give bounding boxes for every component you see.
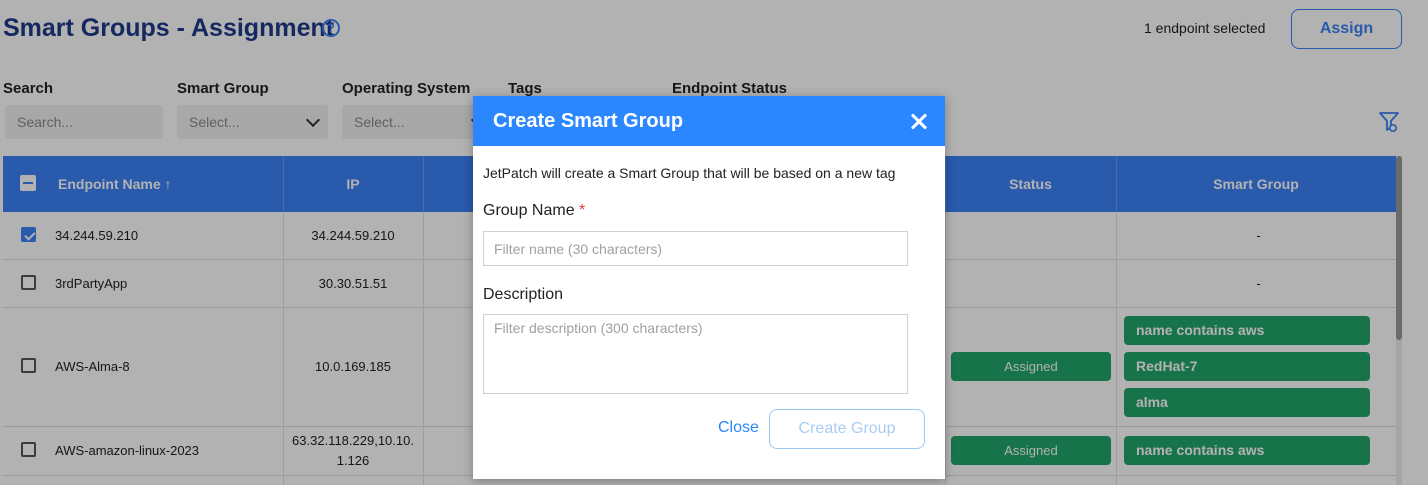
create-group-button[interactable]: Create Group xyxy=(769,409,925,449)
dialog-title: Create Smart Group xyxy=(493,110,684,132)
create-smart-group-dialog: Create Smart Group JetPatch will create … xyxy=(473,96,945,479)
close-button[interactable]: Close xyxy=(718,419,759,437)
group-name-input[interactable] xyxy=(483,231,908,266)
close-icon[interactable] xyxy=(907,109,931,133)
group-name-label: Group Name * xyxy=(483,202,585,220)
dialog-description: JetPatch will create a Smart Group that … xyxy=(483,165,896,181)
group-name-label-text: Group Name xyxy=(483,202,575,219)
description-textarea[interactable] xyxy=(483,314,908,394)
required-marker: * xyxy=(579,202,586,219)
description-label: Description xyxy=(483,286,564,303)
